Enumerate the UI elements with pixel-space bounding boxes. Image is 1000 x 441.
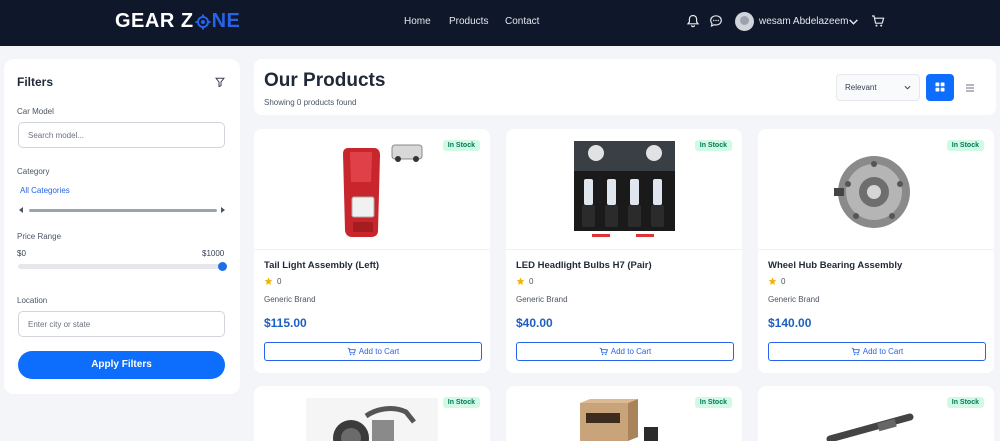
list-view-icon[interactable]: [964, 82, 976, 94]
scroll-left-arrow-icon[interactable]: [19, 207, 23, 213]
bell-icon[interactable]: [686, 14, 700, 28]
nav-contact-link[interactable]: Contact: [505, 16, 539, 27]
scroll-right-arrow-icon[interactable]: [221, 207, 225, 213]
add-to-cart-button[interactable]: Add to Cart: [516, 342, 734, 361]
product-price: $140.00: [768, 316, 812, 330]
product-name[interactable]: LED Headlight Bulbs H7 (Pair): [516, 260, 652, 271]
avatar[interactable]: [735, 12, 754, 31]
add-to-cart-label: Add to Cart: [358, 347, 400, 356]
rating-value: 0: [781, 277, 786, 286]
boxed-part-image: [574, 399, 674, 441]
star-icon: [768, 277, 777, 285]
stock-badge: In Stock: [694, 397, 732, 408]
cart-icon: [599, 347, 608, 356]
power-steering-pump-image: [306, 398, 438, 441]
chevron-down-icon[interactable]: [848, 16, 859, 27]
star-icon: [264, 277, 273, 285]
stock-badge: In Stock: [442, 140, 480, 151]
add-to-cart-button[interactable]: Add to Cart: [768, 342, 986, 361]
category-scrollbar[interactable]: [19, 207, 225, 213]
star-icon: [516, 277, 525, 285]
shock-absorber-image: [826, 399, 926, 441]
cart-icon[interactable]: [871, 14, 885, 28]
price-range-slider[interactable]: [18, 262, 227, 271]
product-card[interactable]: In Stock LED Headlight Bulbs H7 (Pair) 0…: [506, 129, 742, 373]
price-slider-thumb[interactable]: [218, 262, 227, 271]
page-title: Our Products: [264, 70, 386, 91]
car-model-search-input[interactable]: [18, 122, 225, 148]
nav-products-link[interactable]: Products: [449, 16, 488, 27]
top-navbar: GEAR Z NE Home Products Contact wesam Ab…: [0, 0, 1000, 46]
logo-text-zone: NE: [211, 10, 241, 32]
sort-select[interactable]: Relevant: [836, 74, 920, 101]
stock-badge: In Stock: [946, 140, 984, 151]
stock-badge: In Stock: [946, 397, 984, 408]
product-brand: Generic Brand: [768, 295, 820, 304]
category-option-all[interactable]: All Categories: [20, 186, 70, 195]
grid-view-button[interactable]: [926, 74, 954, 101]
products-header: Our Products Showing 0 products found Re…: [254, 59, 996, 115]
nav-home-link[interactable]: Home: [404, 16, 431, 27]
logo-text-gear: GEAR Z: [115, 10, 194, 32]
product-card[interactable]: In Stock: [506, 386, 742, 441]
rating-value: 0: [529, 277, 534, 286]
chat-icon[interactable]: [709, 14, 723, 28]
stock-badge: In Stock: [694, 140, 732, 151]
tail-light-image: [322, 142, 424, 242]
price-range-label: Price Range: [17, 232, 62, 241]
wheel-hub-image: [826, 142, 926, 242]
product-price: $115.00: [264, 316, 307, 330]
cart-icon: [347, 347, 356, 356]
filters-panel: Filters Car Model Category All Categorie…: [4, 59, 240, 394]
price-min-value: $0: [17, 249, 26, 258]
product-card[interactable]: In Stock: [254, 386, 490, 441]
product-brand: Generic Brand: [516, 295, 568, 304]
sort-selected-value: Relevant: [845, 83, 877, 92]
brand-logo[interactable]: GEAR Z NE: [115, 10, 240, 33]
chevron-down-icon: [904, 85, 911, 90]
apply-filters-button[interactable]: Apply Filters: [18, 351, 225, 379]
add-to-cart-label: Add to Cart: [610, 347, 652, 356]
location-input[interactable]: [18, 311, 225, 337]
products-count: Showing 0 products found: [264, 98, 357, 107]
car-model-label: Car Model: [17, 107, 54, 116]
gear-logo-icon: [195, 14, 211, 29]
stock-badge: In Stock: [442, 397, 480, 408]
product-name[interactable]: Tail Light Assembly (Left): [264, 260, 379, 271]
product-card[interactable]: In Stock: [758, 386, 994, 441]
price-max-value: $1000: [202, 249, 225, 258]
scrollbar-thumb[interactable]: [29, 209, 217, 212]
filters-title: Filters: [17, 75, 54, 89]
rating-value: 0: [277, 277, 282, 286]
grid-icon: [935, 82, 945, 92]
filter-icon[interactable]: [215, 77, 225, 87]
user-name[interactable]: wesam Abdelazeem: [759, 16, 849, 27]
product-card[interactable]: In Stock Wheel Hub Bearing Assembly 0 Ge…: [758, 129, 994, 373]
add-to-cart-button[interactable]: Add to Cart: [264, 342, 482, 361]
cart-icon: [851, 347, 860, 356]
product-price: $40.00: [516, 316, 553, 330]
add-to-cart-label: Add to Cart: [862, 347, 904, 356]
led-bulbs-image: [574, 141, 675, 241]
category-label: Category: [17, 167, 50, 176]
product-card[interactable]: In Stock Tail Light Assembly (Left) 0 Ge…: [254, 129, 490, 373]
product-name[interactable]: Wheel Hub Bearing Assembly: [768, 260, 902, 271]
product-brand: Generic Brand: [264, 295, 316, 304]
location-label: Location: [17, 296, 48, 305]
